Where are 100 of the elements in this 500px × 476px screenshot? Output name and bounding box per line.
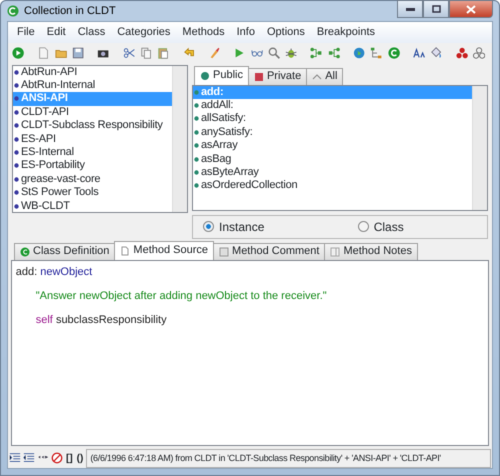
bullet-icon [194,130,199,135]
menu-item[interactable]: Options [260,23,311,42]
bullet-icon [14,204,19,209]
code-line: "Answer newObject after adding newObject to the receiver." [34,288,328,304]
brush-icon[interactable] [208,46,220,60]
hollow-circle-cluster-icon[interactable] [472,46,485,60]
editor-tab[interactable]: Method Source [114,240,214,260]
method-tab[interactable]: Public [194,66,249,84]
scrollbar[interactable] [472,86,487,210]
outdent-icon[interactable] [23,452,35,464]
bracket-button[interactable]: [] [65,450,74,466]
tab-icon [20,246,30,256]
category-item[interactable]: WB-CLDT [21,200,70,212]
new-document-icon[interactable] [37,46,50,60]
window-title: Collection in CLDT [24,4,116,19]
maximize-button[interactable] [423,0,449,18]
menu-item[interactable]: Edit [40,23,72,42]
minimize-icon [406,8,414,10]
method-item[interactable]: asArray [201,139,238,152]
method-item[interactable]: allSatisfy: [201,112,246,126]
bullet-icon [14,123,19,128]
code-editor[interactable]: add: newObject "Answer newObject after adding newObject to the receiver." self subclassResponsibility [10,260,490,446]
category-item[interactable]: AbtRun-Internal [21,79,96,92]
bullet-icon [14,163,19,168]
circle-cluster-icon[interactable] [456,46,468,60]
bullet-icon [14,83,19,88]
category-item[interactable]: ES-API [21,132,56,146]
bullet-icon [14,150,19,156]
editor-tab[interactable]: Method Comment [213,242,326,260]
bullet-icon [194,143,199,148]
tab-icon [254,72,264,82]
bullet-icon [194,90,199,95]
radio-label: Instance [219,218,264,236]
tab-icon [200,70,210,80]
menu-item[interactable]: Class [72,23,112,42]
radio-button[interactable] [203,221,214,232]
bullet-icon [194,156,199,162]
code-line: self subclassResponsibility [34,312,168,328]
method-item[interactable]: asByteArray [201,166,259,180]
bullet-icon [14,190,19,196]
bullet-icon [14,70,19,75]
app-icon [7,5,19,17]
method-tab[interactable]: Private [248,68,308,84]
bracket-button[interactable]: () [76,450,84,466]
bullet-icon [14,110,19,115]
bullet-icon [14,176,19,182]
close-icon [466,4,476,14]
font-icon[interactable] [412,46,426,60]
globe-icon[interactable] [353,46,366,60]
editor-tab[interactable]: Method Notes [324,242,418,260]
category-item[interactable]: ES-Internal [21,146,74,160]
category-item[interactable]: ES-Portability [21,159,85,172]
bug-icon[interactable] [285,46,298,60]
close-button[interactable] [449,0,493,18]
method-item[interactable]: asBag [201,152,232,166]
code-line: add: newObject [16,264,94,280]
no-breakpoint-icon[interactable] [51,452,63,464]
maximize-icon [432,5,440,13]
play-icon[interactable] [233,46,246,60]
method-item[interactable]: addAll: [201,99,234,112]
minimize-button[interactable] [397,0,423,18]
paint-bucket-icon[interactable] [430,46,442,60]
radio-button[interactable] [358,221,369,232]
scissors-icon[interactable] [122,46,135,60]
method-tab[interactable]: All [306,68,344,84]
bullet-icon [194,183,199,188]
bullet-icon [14,136,19,142]
category-item[interactable]: StS Power Tools [21,186,99,200]
indent-icon[interactable] [9,452,21,464]
method-item[interactable]: asOrderedCollection [201,179,298,192]
category-item[interactable]: grease-vast-core [21,172,100,186]
menu-item[interactable]: Categories [111,23,176,42]
search-icon[interactable] [268,46,280,60]
paste-icon[interactable] [157,46,170,60]
category-item[interactable]: CLDT-API [21,106,69,119]
method-item[interactable]: anySatisfy: [201,126,253,139]
category-item[interactable]: AbtRun-API [21,66,78,79]
status-message: (6/6/1996 6:47:18 AM) from CLDT in 'CLDT-Subclass Responsibility' + 'ANSI-API' + 'CLDT-API' [86,448,491,468]
menu-item[interactable]: File [11,23,41,42]
bullet-icon [14,96,19,102]
bullet-icon [194,116,199,122]
bullet-icon [194,103,199,108]
connector-icon[interactable] [328,46,340,60]
category-item[interactable]: CLDT-Subclass Responsibility [21,119,163,132]
connector-icon[interactable] [310,46,323,60]
menu-item[interactable]: Methods [176,23,231,42]
radio-label: Class [374,218,404,236]
copy-icon[interactable] [140,46,152,60]
tab-icon [330,246,340,256]
save-icon[interactable] [72,46,84,60]
tree-icon[interactable] [370,46,382,60]
circle-c-icon[interactable] [388,46,400,60]
scrollbar[interactable] [172,66,187,212]
menu-item[interactable]: Info [230,23,261,42]
tab-icon [219,246,230,256]
editor-tab[interactable]: Class Definition [14,242,116,260]
run-icon[interactable] [12,46,24,60]
menu-item[interactable]: Breakpoints [310,23,381,42]
tab-icon [120,246,130,256]
tab-icon [312,72,322,82]
